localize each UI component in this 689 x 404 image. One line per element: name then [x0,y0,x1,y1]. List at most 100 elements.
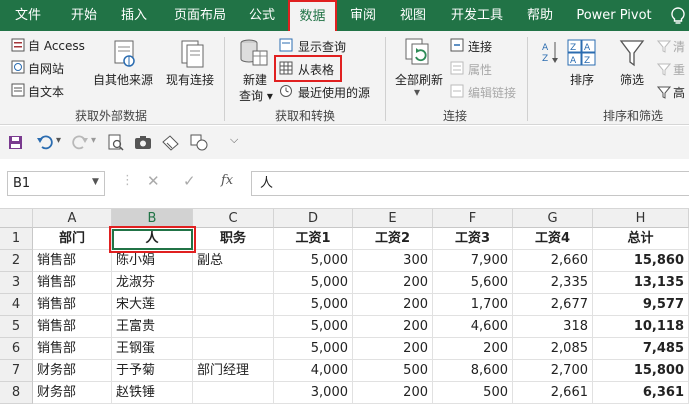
table-cell[interactable]: 5,000 [274,272,353,294]
table-cell[interactable]: 2,700 [513,360,593,382]
sort-button[interactable]: 排序 [570,71,594,88]
table-cell[interactable]: 200 [433,338,513,360]
row-header[interactable]: 7 [0,360,33,382]
select-all-corner[interactable] [0,209,33,228]
tab-view[interactable]: 视图 [391,0,435,31]
table-cell[interactable]: 销售部 [33,338,112,360]
format-painter-icon[interactable] [162,134,180,151]
table-cell[interactable]: 宋大莲 [112,294,193,316]
table-cell[interactable]: 3,000 [274,382,353,404]
table-cell[interactable]: 300 [353,250,433,272]
column-header-d[interactable]: D [274,209,353,228]
from-access-button[interactable]: 自 Access [28,37,85,54]
row-header[interactable]: 8 [0,382,33,404]
shapes-icon[interactable] [190,134,208,151]
customize-qat-icon[interactable]: ⌵ [230,133,238,147]
table-cell[interactable]: 500 [433,382,513,404]
table-cell[interactable]: 于予菊 [112,360,193,382]
table-cell[interactable]: 2,085 [513,338,593,360]
table-cell[interactable]: 13,135 [593,272,689,294]
table-cell[interactable]: 1,700 [433,294,513,316]
refresh-all-dropdown-icon[interactable]: ▾ [414,85,420,99]
formula-input[interactable]: 人 [251,171,689,196]
table-cell[interactable]: 200 [353,338,433,360]
table-cell[interactable]: 赵铁锤 [112,382,193,404]
column-header-g[interactable]: G [513,209,593,228]
table-cell[interactable]: 销售部 [33,272,112,294]
new-query-button[interactable]: 查询 ▾ [239,87,273,104]
tab-help[interactable]: 帮助 [518,0,562,31]
existing-connections-button[interactable]: 现有连接 [166,71,214,88]
table-cell[interactable]: 200 [353,316,433,338]
table-cell[interactable]: 2,335 [513,272,593,294]
tab-page-layout[interactable]: 页面布局 [160,0,240,31]
column-header-f[interactable]: F [433,209,513,228]
table-cell[interactable]: 销售部 [33,294,112,316]
table-cell[interactable]: 5,000 [274,338,353,360]
edit-links-button[interactable]: 编辑链接 [468,84,516,101]
row-header[interactable]: 3 [0,272,33,294]
table-cell[interactable]: 王富贵 [112,316,193,338]
lightbulb-icon[interactable] [668,6,688,26]
column-header-a[interactable]: A [33,209,112,228]
undo-dropdown-icon[interactable]: ▾ [56,135,61,146]
row-header[interactable]: 2 [0,250,33,272]
table-cell[interactable]: 5,000 [274,294,353,316]
table-cell[interactable]: 200 [353,294,433,316]
camera-icon[interactable] [134,135,152,150]
tab-review[interactable]: 审阅 [341,0,385,31]
table-cell[interactable]: 200 [353,382,433,404]
table-cell[interactable] [193,316,274,338]
table-cell[interactable] [193,382,274,404]
clear-filter-button[interactable]: 清 [673,38,685,55]
table-cell[interactable]: 财务部 [33,360,112,382]
table-cell[interactable]: 7,485 [593,338,689,360]
recent-sources-button[interactable]: 最近使用的源 [298,84,370,101]
redo-icon[interactable] [71,133,89,151]
header-cell[interactable]: 部门 [33,228,112,250]
table-cell[interactable]: 200 [353,272,433,294]
table-cell[interactable]: 销售部 [33,316,112,338]
row-header[interactable]: 1 [0,228,33,250]
save-icon[interactable] [8,135,23,150]
table-cell[interactable]: 2,660 [513,250,593,272]
table-cell[interactable]: 5,000 [274,250,353,272]
header-cell[interactable]: 工资3 [433,228,513,250]
tab-home[interactable]: 开始 [56,0,112,31]
table-cell[interactable]: 王钢蛋 [112,338,193,360]
redo-dropdown-icon[interactable]: ▾ [91,135,96,146]
table-cell[interactable]: 陈小娟 [112,250,193,272]
table-cell[interactable]: 副总 [193,250,274,272]
reapply-button[interactable]: 重 [673,61,685,78]
row-header[interactable]: 4 [0,294,33,316]
tab-developer[interactable]: 开发工具 [441,0,513,31]
header-cell[interactable]: 工资1 [274,228,353,250]
row-header[interactable]: 5 [0,316,33,338]
tab-formulas[interactable]: 公式 [240,0,284,31]
row-header[interactable]: 6 [0,338,33,360]
new-query-label-1[interactable]: 新建 [243,71,267,88]
table-cell[interactable]: 2,677 [513,294,593,316]
connections-button[interactable]: 连接 [468,38,492,55]
table-cell[interactable] [193,294,274,316]
cancel-icon[interactable]: ✕ [147,172,160,190]
table-cell[interactable] [193,272,274,294]
table-cell[interactable]: 500 [353,360,433,382]
enter-icon[interactable]: ✓ [183,172,196,190]
column-header-h[interactable]: H [593,209,689,228]
header-cell[interactable]: 工资4 [513,228,593,250]
table-cell[interactable]: 部门经理 [193,360,274,382]
sort-az-icon[interactable]: AZ [541,39,559,67]
tab-insert[interactable]: 插入 [112,0,156,31]
table-cell[interactable]: 8,600 [433,360,513,382]
show-queries-button[interactable]: 显示查询 [298,38,346,55]
table-cell[interactable]: 5,600 [433,272,513,294]
tab-data[interactable]: 数据 [288,0,337,31]
name-box-dropdown-icon[interactable]: ▼ [92,177,99,187]
from-web-button[interactable]: 自网站 [28,60,64,77]
insert-function-button[interactable]: fx [221,173,233,188]
name-box[interactable]: B1 [7,171,105,196]
from-text-button[interactable]: 自文本 [28,83,64,100]
undo-icon[interactable] [36,133,54,151]
print-preview-icon[interactable] [108,134,124,151]
